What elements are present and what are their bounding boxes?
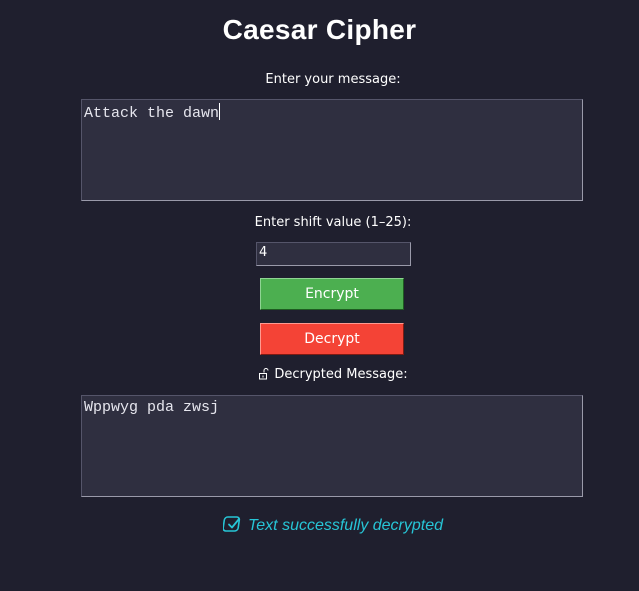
shift-input[interactable]: 4 — [256, 242, 411, 266]
text-caret — [219, 103, 221, 120]
status-text: Text successfully decrypted — [247, 517, 444, 534]
output-text: Wppwyg pda zwsj — [84, 399, 220, 416]
output-label-text: Decrypted Message: — [274, 367, 408, 382]
message-label: Enter your message: — [265, 72, 401, 87]
encrypt-button[interactable]: Encrypt — [260, 278, 404, 310]
output-label: Decrypted Message: — [0, 367, 639, 384]
encrypt-button-label: Encrypt — [305, 286, 359, 302]
status-message: Text successfully decrypted — [0, 515, 639, 538]
unlock-icon — [258, 368, 270, 384]
app-title: Caesar Cipher — [222, 14, 417, 45]
output-textarea[interactable]: Wppwyg pda zwsj — [81, 395, 583, 497]
shift-value: 4 — [259, 245, 268, 260]
message-textarea[interactable]: Attack the dawn — [81, 99, 583, 201]
decrypt-button-label: Decrypt — [304, 331, 360, 347]
shift-label: Enter shift value (1–25): — [254, 215, 412, 230]
check-icon — [222, 515, 243, 538]
decrypt-button[interactable]: Decrypt — [260, 323, 404, 355]
message-text: Attack the dawn — [84, 105, 220, 122]
